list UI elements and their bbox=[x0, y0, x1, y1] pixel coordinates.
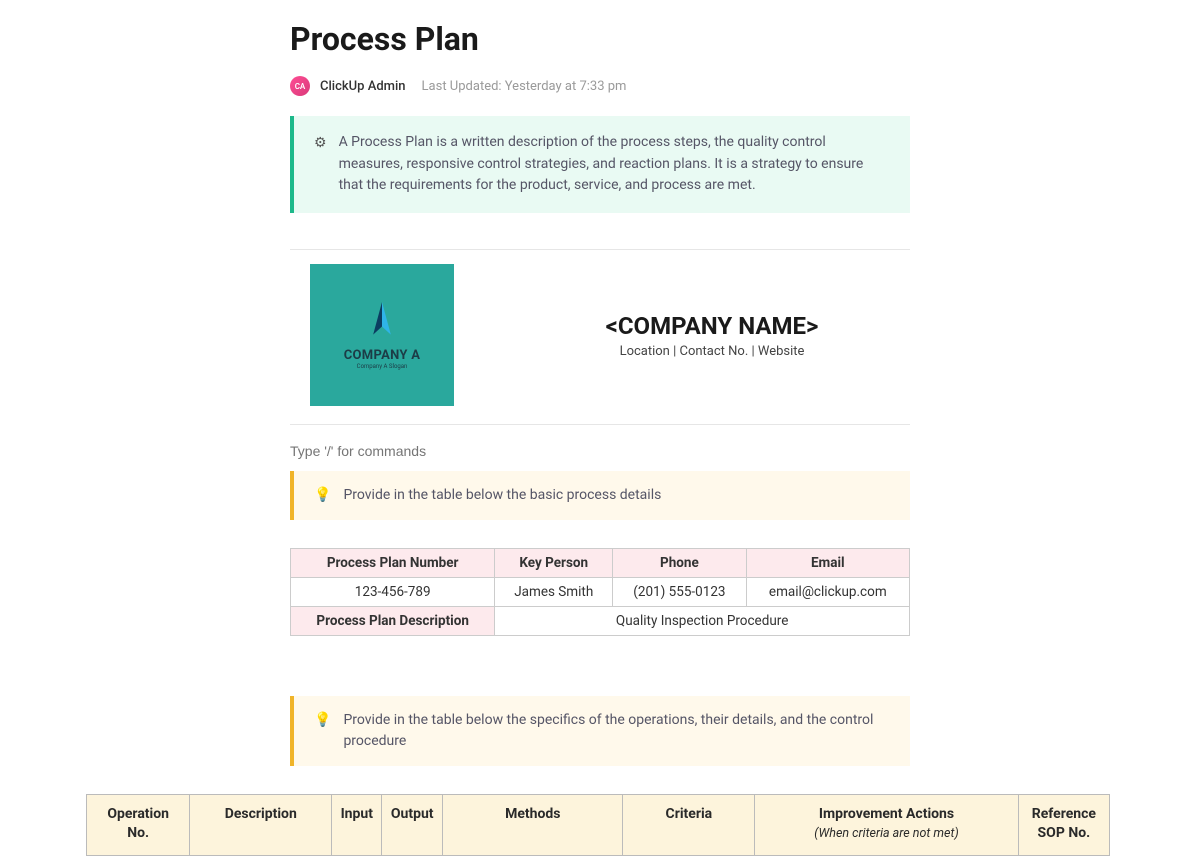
divider bbox=[290, 249, 910, 250]
th-criteria: Criteria bbox=[623, 795, 755, 856]
last-updated: Last Updated: Yesterday at 7:33 pm bbox=[422, 79, 627, 94]
command-input[interactable] bbox=[290, 437, 910, 465]
divider bbox=[290, 424, 910, 425]
td-email[interactable]: email@clickup.com bbox=[746, 578, 909, 607]
lightbulb-icon: 💡 bbox=[314, 710, 331, 752]
th-methods: Methods bbox=[443, 795, 623, 856]
th-output: Output bbox=[382, 795, 443, 856]
th-description: Description bbox=[190, 795, 332, 856]
logo-slogan: Company A Slogan bbox=[357, 363, 408, 370]
details-table: Process Plan Number Key Person Phone Ema… bbox=[290, 548, 910, 636]
td-key-person[interactable]: James Smith bbox=[495, 578, 613, 607]
td-plan-number[interactable]: 123-456-789 bbox=[291, 578, 495, 607]
hint-text: Provide in the table below the specifics… bbox=[343, 710, 890, 752]
intro-callout: ⚙ A Process Plan is a written descriptio… bbox=[290, 116, 910, 213]
avatar: CA bbox=[290, 76, 310, 96]
doc-meta: CA ClickUp Admin Last Updated: Yesterday… bbox=[290, 76, 910, 96]
td-description[interactable]: Quality Inspection Procedure bbox=[495, 607, 910, 636]
hint-basic-details: 💡 Provide in the table below the basic p… bbox=[290, 471, 910, 520]
gear-icon: ⚙ bbox=[314, 133, 327, 197]
company-subline[interactable]: Location | Contact No. | Website bbox=[514, 344, 910, 359]
th-improvement: Improvement Actions (When criteria are n… bbox=[755, 795, 1019, 856]
hint-operations: 💡 Provide in the table below the specifi… bbox=[290, 696, 910, 766]
intro-text: A Process Plan is a written description … bbox=[339, 132, 890, 197]
td-phone[interactable]: (201) 555-0123 bbox=[613, 578, 746, 607]
lightbulb-icon: 💡 bbox=[314, 485, 331, 506]
hint-text: Provide in the table below the basic pro… bbox=[343, 485, 661, 506]
th-email: Email bbox=[746, 549, 909, 578]
company-logo: COMPANY A Company A Slogan bbox=[310, 264, 454, 406]
th-description: Process Plan Description bbox=[291, 607, 495, 636]
company-name-placeholder[interactable]: <COMPANY NAME> bbox=[514, 312, 910, 340]
th-key-person: Key Person bbox=[495, 549, 613, 578]
author-name: ClickUp Admin bbox=[320, 79, 406, 94]
th-plan-number: Process Plan Number bbox=[291, 549, 495, 578]
th-improvement-sub: (When criteria are not met) bbox=[763, 826, 1010, 843]
company-header: COMPANY A Company A Slogan <COMPANY NAME… bbox=[290, 262, 910, 412]
th-input: Input bbox=[332, 795, 382, 856]
logo-text: COMPANY A bbox=[344, 348, 421, 363]
logo-icon bbox=[365, 300, 399, 342]
page-title: Process Plan bbox=[290, 20, 910, 58]
th-ref-sop: Reference SOP No. bbox=[1018, 795, 1109, 856]
operations-table: Operation No. Description Input Output M… bbox=[86, 794, 1110, 856]
th-phone: Phone bbox=[613, 549, 746, 578]
th-op-no: Operation No. bbox=[87, 795, 190, 856]
